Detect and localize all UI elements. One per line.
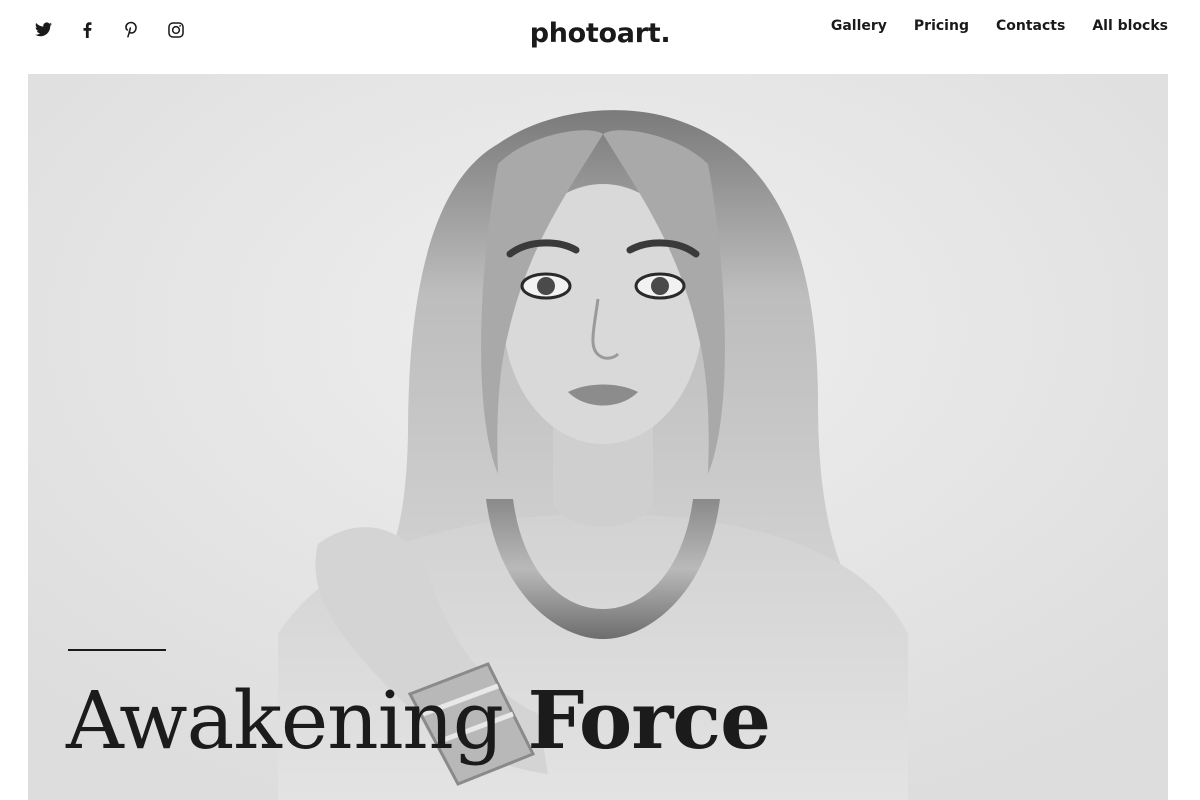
hero-title-bold: Force [527, 673, 771, 767]
hero-section: Awakening Force [28, 74, 1168, 800]
hero-divider [68, 649, 166, 651]
site-header: photoart. Gallery Pricing Contacts All b… [0, 0, 1200, 74]
hero-title: Awakening Force [66, 672, 771, 769]
main-nav: Gallery Pricing Contacts All blocks [831, 18, 1168, 34]
nav-all-blocks[interactable]: All blocks [1092, 18, 1168, 34]
nav-pricing[interactable]: Pricing [914, 18, 969, 34]
hero-title-light: Awakening [66, 674, 504, 767]
nav-contacts[interactable]: Contacts [996, 18, 1065, 34]
nav-gallery[interactable]: Gallery [831, 18, 887, 34]
